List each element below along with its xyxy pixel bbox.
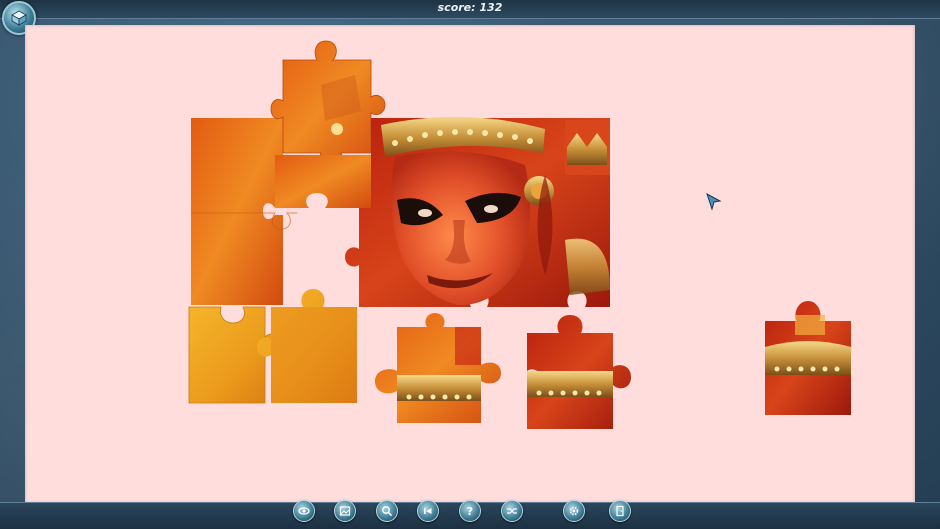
settings-gear-icon[interactable] <box>563 500 585 522</box>
puzzle-piece-loose-3[interactable] <box>765 301 851 415</box>
puzzle-piece-loose-2[interactable] <box>527 315 631 429</box>
exit-door-icon[interactable] <box>609 500 631 522</box>
puzzle-piece-bottom-mid[interactable] <box>257 289 357 403</box>
help-icon[interactable]: ? <box>459 500 481 522</box>
puzzle-piece-top[interactable] <box>270 40 386 168</box>
background-icon[interactable] <box>334 500 356 522</box>
puzzle-piece-face-block[interactable] <box>345 116 610 307</box>
score-value: 132 <box>479 1 503 14</box>
shuffle-icon[interactable] <box>501 500 523 522</box>
score-label: score: <box>437 1 476 14</box>
preview-icon[interactable] <box>293 500 315 522</box>
back-arrow-icon[interactable] <box>417 500 439 522</box>
puzzle-board[interactable] <box>25 25 915 503</box>
puzzle-piece-assembled-left[interactable] <box>191 118 297 305</box>
top-bar: score: 132 <box>0 0 940 19</box>
mouse-cursor-icon <box>706 193 722 211</box>
magnify-icon[interactable] <box>376 500 398 522</box>
score-display: score: 132 <box>0 1 940 14</box>
puzzle-piece-loose-1[interactable] <box>375 313 501 423</box>
puzzle-piece-center-orange[interactable] <box>275 155 371 208</box>
help-glyph: ? <box>466 504 474 518</box>
